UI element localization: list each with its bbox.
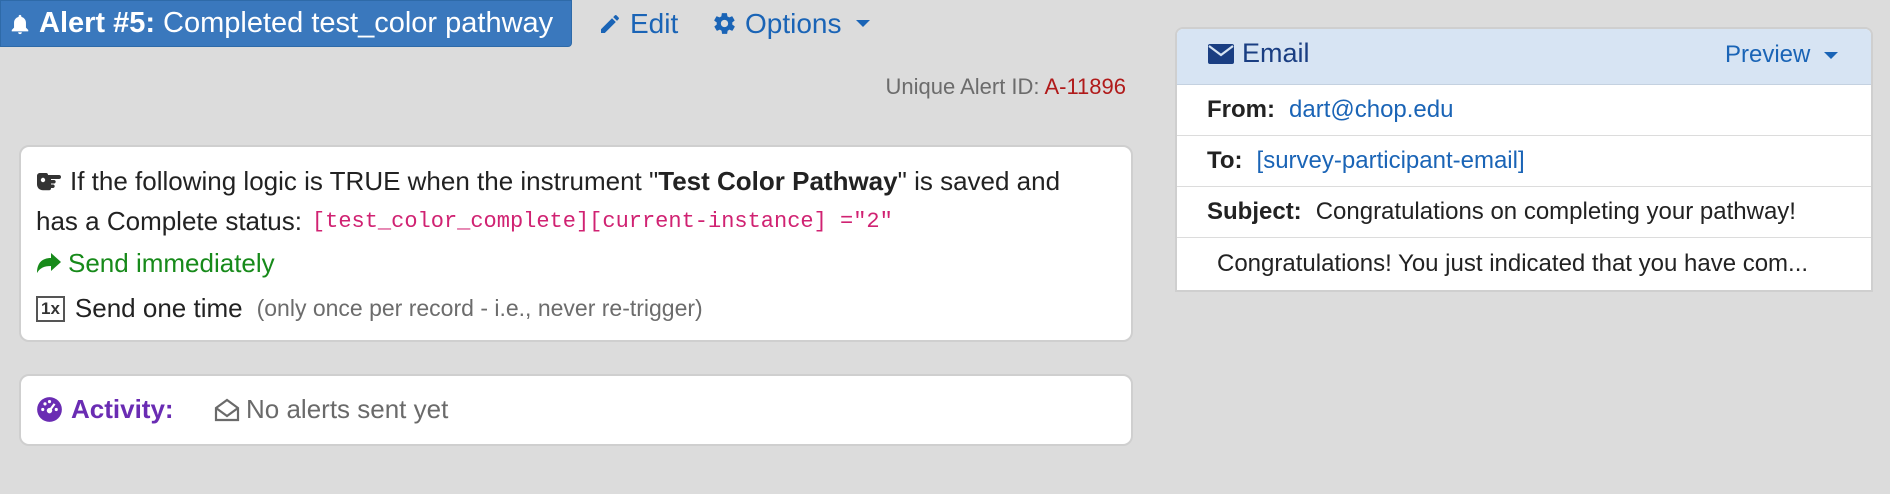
email-title: Email	[1208, 38, 1310, 69]
email-body-text: Congratulations! You just indicated that…	[1217, 249, 1809, 277]
to-label: To:	[1207, 147, 1243, 174]
share-arrow-icon	[37, 252, 61, 273]
trigger-logic-line: If the following logic is TRUE when the …	[36, 166, 1060, 197]
send-timing-label: Send immediately	[68, 248, 275, 278]
activity-label: Activity:	[71, 394, 174, 424]
send-frequency: 1x Send one time (only once per record -…	[36, 293, 703, 324]
activity-panel	[19, 374, 1133, 446]
preview-dropdown[interactable]: Preview	[1725, 41, 1839, 69]
logic-expression: [test_color_complete][current-instance] …	[311, 209, 893, 234]
unique-alert-id-value: A-11896	[1044, 74, 1126, 99]
logic-suffix: " is saved and	[897, 166, 1061, 196]
email-subject-row: Subject: Congratulations on completing y…	[1177, 187, 1871, 238]
instrument-name: Test Color Pathway	[658, 166, 898, 196]
edit-button[interactable]: Edit	[598, 0, 678, 47]
subject-value: Congratulations on completing your pathw…	[1315, 198, 1796, 225]
chevron-down-icon	[855, 20, 870, 27]
email-body-preview: Congratulations! You just indicated that…	[1177, 238, 1871, 289]
send-frequency-note: (only once per record - i.e., never re-t…	[256, 295, 703, 321]
from-label: From:	[1207, 96, 1275, 123]
send-timing: Send immediately	[36, 248, 275, 279]
pencil-icon	[601, 14, 619, 33]
hand-pointer-icon	[37, 172, 61, 190]
edit-label: Edit	[630, 7, 679, 39]
subject-label: Subject:	[1207, 198, 1302, 225]
alert-title-bar: Alert #5: Completed test_color pathway	[0, 0, 572, 47]
gear-icon	[714, 13, 735, 34]
alert-name: Completed test_color pathway	[163, 7, 554, 39]
activity-heading: Activity:	[36, 394, 174, 425]
envelope-icon	[1208, 43, 1234, 64]
send-frequency-label: Send one time	[74, 293, 243, 323]
complete-status-label: has a Complete status:	[36, 206, 302, 236]
unique-alert-id: Unique Alert ID: A-11896	[0, 74, 1126, 100]
envelope-open-icon	[214, 398, 240, 421]
alert-number: Alert #5:	[39, 7, 156, 39]
options-dropdown[interactable]: Options	[712, 0, 870, 47]
activity-value: No alerts sent yet	[246, 394, 449, 424]
from-value[interactable]: dart@chop.edu	[1289, 96, 1453, 124]
email-title-label: Email	[1242, 38, 1310, 68]
bell-icon	[11, 14, 29, 34]
to-value[interactable]: [survey-participant-email]	[1257, 147, 1525, 175]
logic-prefix: If the following logic is TRUE when the …	[70, 166, 659, 196]
logic-expression-line: has a Complete status: [test_color_compl…	[36, 206, 893, 237]
preview-label: Preview	[1725, 41, 1811, 68]
times-badge: 1x	[36, 295, 65, 322]
activity-status: No alerts sent yet	[214, 394, 448, 425]
email-from-row: From: dart@chop.edu	[1177, 85, 1871, 136]
chevron-down-icon	[1824, 51, 1839, 59]
dashboard-gauge-icon	[37, 397, 62, 422]
options-label: Options	[745, 7, 842, 39]
email-to-row: To: [survey-participant-email]	[1177, 136, 1871, 187]
unique-alert-id-label: Unique Alert ID:	[885, 74, 1040, 99]
